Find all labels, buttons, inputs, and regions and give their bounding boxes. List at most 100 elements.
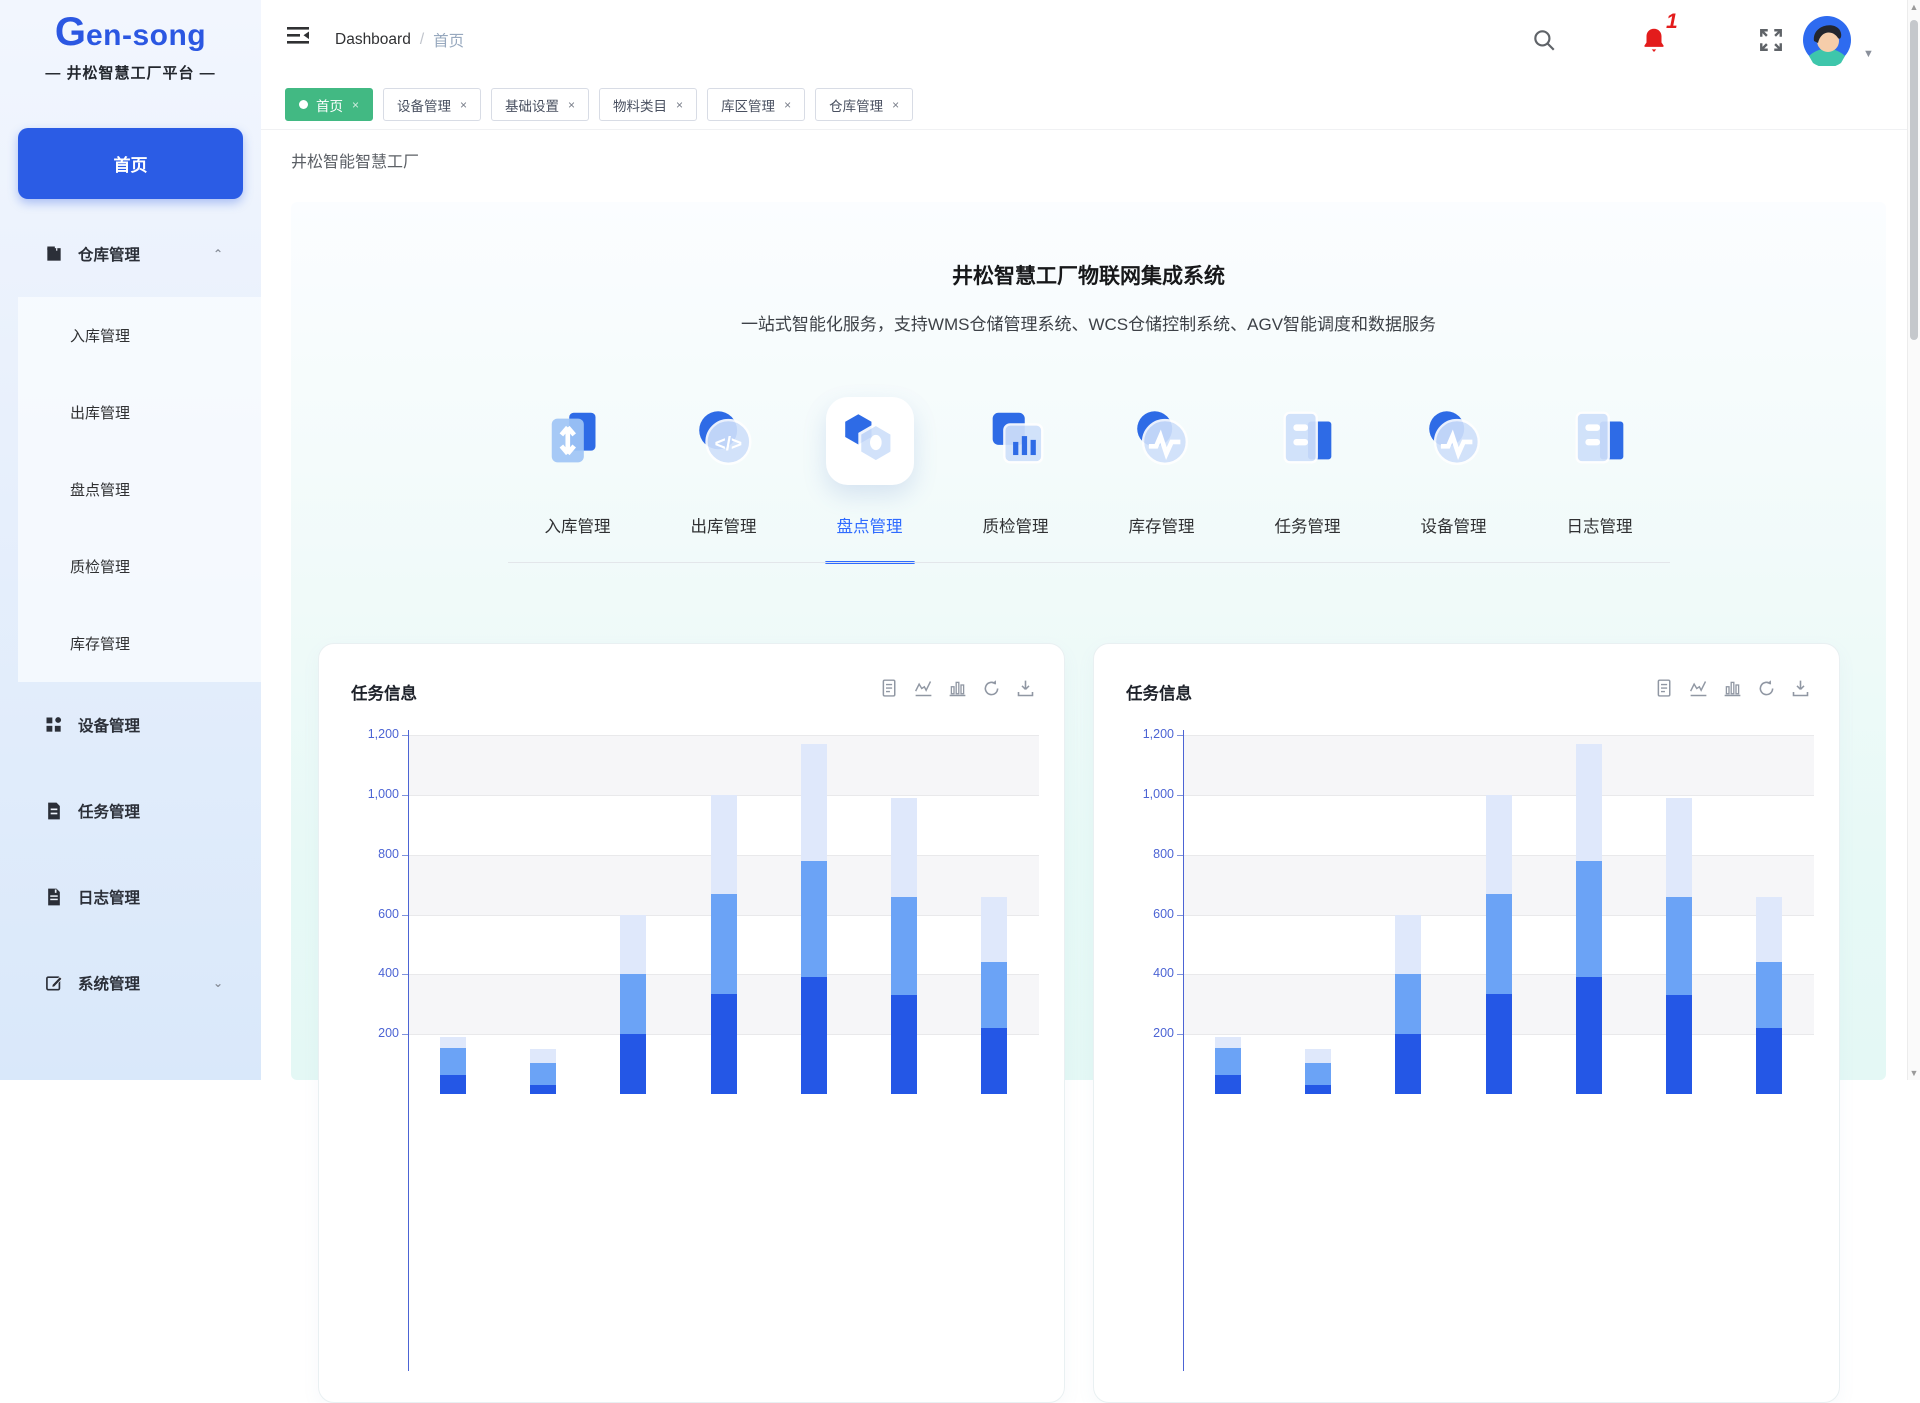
quick-link-任务管理[interactable]: 任务管理 xyxy=(1235,397,1381,537)
bar-segment-light-blue xyxy=(620,915,646,975)
bar-segment-dark-blue xyxy=(620,1034,646,1094)
scrollbar[interactable]: ▲ ▼ xyxy=(1907,0,1920,1080)
breadcrumb-current[interactable]: 首页 xyxy=(433,29,464,51)
hero-subtitle: 一站式智能化服务，支持WMS仓储管理系统、WCS仓储控制系统、AGV智能调度和数… xyxy=(291,310,1886,335)
line-chart-icon[interactable] xyxy=(1688,678,1709,699)
quick-link-icon-card xyxy=(1556,397,1644,485)
download-icon[interactable] xyxy=(1790,678,1811,699)
sidebar-item-warehouse[interactable]: 仓库管理 ⌃ xyxy=(0,211,261,297)
quick-links-divider xyxy=(508,562,1670,563)
quick-link-label: 出库管理 xyxy=(691,513,757,537)
tab-close-icon[interactable]: × xyxy=(784,98,791,112)
sidebar-item-system[interactable]: 系统管理⌄ xyxy=(0,940,261,1026)
sidebar-item-device[interactable]: 设备管理 xyxy=(0,682,261,768)
download-icon[interactable] xyxy=(1015,678,1036,699)
refresh-icon[interactable] xyxy=(981,678,1002,699)
scrollbar-up-arrow-icon[interactable]: ▲ xyxy=(1908,2,1920,12)
system-edit-icon xyxy=(44,973,64,993)
fullscreen-icon[interactable] xyxy=(1758,0,1784,80)
bar-segment-mid-blue xyxy=(620,974,646,1034)
quick-link-质检管理[interactable]: 质检管理 xyxy=(943,397,1089,537)
tab-首页[interactable]: 首页× xyxy=(285,88,373,121)
bar-segment-dark-blue xyxy=(1576,977,1602,1094)
refresh-icon[interactable] xyxy=(1756,678,1777,699)
quick-link-设备管理[interactable]: 设备管理 xyxy=(1381,397,1527,537)
quick-link-盘点管理[interactable]: 盘点管理 xyxy=(797,397,943,537)
bell-icon[interactable] xyxy=(1639,0,1669,80)
bar-segment-mid-blue xyxy=(530,1063,556,1085)
y-axis-tick-label: 800 xyxy=(1124,847,1174,861)
sidebar-subitem[interactable]: 质检管理 xyxy=(18,528,261,605)
sidebar-item-home[interactable]: 首页 xyxy=(18,128,243,199)
bar-segment-light-blue xyxy=(1215,1037,1241,1047)
quick-link-出库管理[interactable]: </> 出库管理 xyxy=(651,397,797,537)
sidebar-item-label: 仓库管理 xyxy=(78,243,140,265)
tab-基础设置[interactable]: 基础设置 × xyxy=(491,88,589,121)
data-view-icon[interactable] xyxy=(1654,678,1675,699)
sidebar-item-task[interactable]: 任务管理 xyxy=(0,768,261,854)
search-icon[interactable] xyxy=(1531,0,1557,80)
sidebar-subitem-label: 库存管理 xyxy=(70,633,130,654)
tab-库区管理[interactable]: 库区管理× xyxy=(707,88,805,121)
bar-segment-mid-blue xyxy=(1756,962,1782,1028)
quick-link-icon-card xyxy=(1118,397,1206,485)
chart-toolbox xyxy=(1654,678,1811,699)
tab-close-icon[interactable]: × xyxy=(352,98,359,112)
bar-segment-light-blue xyxy=(440,1037,466,1047)
stocktake-hexagon-icon xyxy=(835,404,905,479)
quick-link-icon-card xyxy=(534,397,622,485)
avatar[interactable] xyxy=(1801,0,1853,80)
topbar: Dashboard / 首页 1 ▼ xyxy=(261,0,1920,80)
chevron-down-icon: ⌄ xyxy=(213,976,223,990)
data-view-icon[interactable] xyxy=(879,678,900,699)
sidebar-subitem[interactable]: 出库管理 xyxy=(18,374,261,451)
sidebar-subitem[interactable]: 盘点管理 xyxy=(18,451,261,528)
bar-segment-mid-blue xyxy=(1486,894,1512,994)
tab-close-icon[interactable]: × xyxy=(568,98,575,112)
sidebar-item-log[interactable]: 日志管理 xyxy=(0,854,261,940)
quick-link-库存管理[interactable]: 库存管理 xyxy=(1089,397,1235,537)
quick-links-row: 入库管理 </> 出库管理 盘点管理质检管理库存管理任务管理设备管理 日志管理 xyxy=(505,397,1673,537)
stacked-bar-chart: 2004006008001,0001,200 xyxy=(349,716,1036,1376)
outbound-code-circle-icon: </> xyxy=(689,404,759,479)
bar-segment-dark-blue xyxy=(530,1085,556,1094)
quick-link-icon-card xyxy=(972,397,1060,485)
tab-仓库管理[interactable]: 仓库管理× xyxy=(815,88,913,121)
card-title: 任务信息 xyxy=(1126,680,1192,704)
line-chart-icon[interactable] xyxy=(913,678,934,699)
sidebar: Gen-song — 井松智慧工厂平台 — 首页 仓库管理⌃入库管理出库管理盘点… xyxy=(0,0,261,1080)
chart-toolbox xyxy=(879,678,1036,699)
tab-label: 基础设置 xyxy=(505,95,559,115)
tab-close-icon[interactable]: × xyxy=(460,98,467,112)
sidebar-subitem[interactable]: 入库管理 xyxy=(18,297,261,374)
breadcrumb-dashboard[interactable]: Dashboard xyxy=(335,31,411,49)
sidebar-subitem[interactable]: 库存管理 xyxy=(18,605,261,682)
sidebar-subitem-label: 入库管理 xyxy=(70,325,130,346)
scrollbar-thumb[interactable] xyxy=(1910,20,1918,340)
bar-segment-dark-blue xyxy=(1666,995,1692,1094)
sidebar-subitem-label: 出库管理 xyxy=(70,402,130,423)
tab-label: 物料类目 xyxy=(613,95,667,115)
quick-link-label: 设备管理 xyxy=(1421,513,1487,537)
svg-text:</>: </> xyxy=(714,434,741,455)
tab-物料类目[interactable]: 物料类目 × xyxy=(599,88,697,121)
bar-segment-light-blue xyxy=(711,795,737,895)
chevron-up-icon: ⌃ xyxy=(213,247,223,261)
gridline xyxy=(1183,735,1814,736)
bar-chart-icon[interactable] xyxy=(1722,678,1743,699)
quick-link-icon-card xyxy=(1410,397,1498,485)
tab-close-icon[interactable]: × xyxy=(892,98,899,112)
active-tab-dot xyxy=(299,100,308,109)
bar-chart-icon[interactable] xyxy=(947,678,968,699)
bar-segment-light-blue xyxy=(891,798,917,897)
scrollbar-down-arrow-icon[interactable]: ▼ xyxy=(1908,1068,1920,1078)
avatar-dropdown-caret-icon[interactable]: ▼ xyxy=(1863,48,1874,60)
tab-close-icon[interactable]: × xyxy=(676,98,683,112)
logo-g: G xyxy=(55,10,86,54)
tab-设备管理[interactable]: 设备管理× xyxy=(383,88,481,121)
hero-title: 井松智慧工厂物联网集成系统 xyxy=(291,260,1886,290)
collapse-menu-icon[interactable] xyxy=(285,22,311,48)
bar-segment-light-blue xyxy=(801,744,827,861)
quick-link-入库管理[interactable]: 入库管理 xyxy=(505,397,651,537)
quick-link-日志管理[interactable]: 日志管理 xyxy=(1527,397,1673,537)
